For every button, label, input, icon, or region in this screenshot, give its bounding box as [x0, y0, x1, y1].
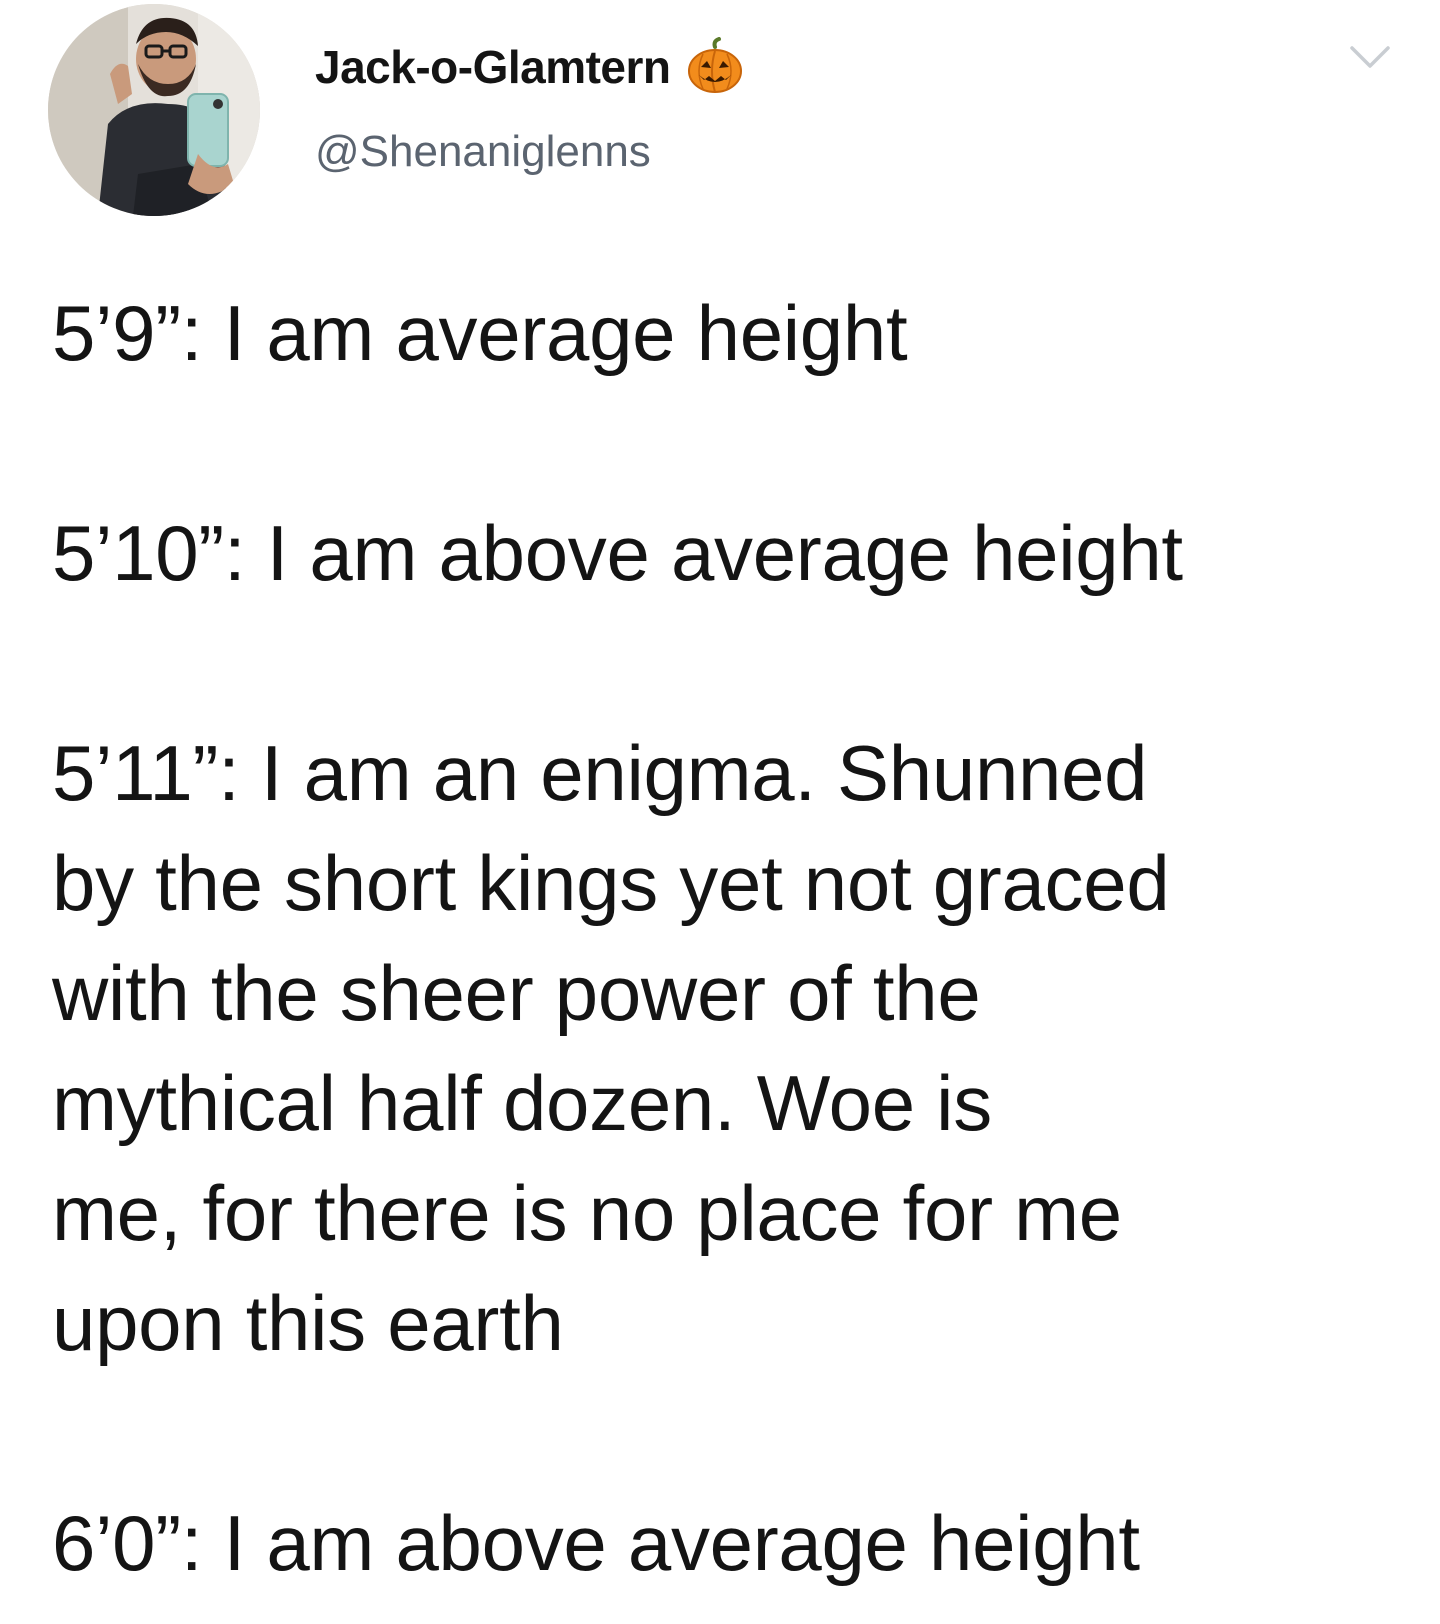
chevron-down-icon[interactable] — [1348, 42, 1392, 72]
tweet-text-line: me, for there is no place for me — [52, 1169, 1122, 1257]
display-name-row: Jack-o-Glamtern — [315, 32, 745, 102]
tweet-text-line: 5’9”: I am average height — [52, 289, 908, 377]
tweet-paragraph: 5’10”: I am above average height — [52, 498, 1392, 608]
tweet-text-line: with the sheer power of the — [52, 949, 981, 1037]
tweet-text-line: 5’10”: I am above average height — [52, 509, 1183, 597]
tweet-paragraph: 5’11”: I am an enigma. Shunned by the sh… — [52, 718, 1392, 1378]
tweet-text: 5’9”: I am average height 5’10”: I am ab… — [52, 278, 1392, 1598]
tweet-text-line: upon this earth — [52, 1279, 564, 1367]
tweet-text-line: mythical half dozen. Woe is — [52, 1059, 992, 1147]
display-name[interactable]: Jack-o-Glamtern — [315, 44, 671, 90]
user-handle[interactable]: @Shenaniglenns — [315, 130, 651, 174]
tweet-header: Jack-o-Glamtern @Shenaniglenns — [0, 0, 1440, 230]
tweet-text-line: by the short kings yet not graced — [52, 839, 1170, 927]
tweet-card: Jack-o-Glamtern @Shenaniglenns 5’9”: I a… — [0, 0, 1440, 1624]
jack-o-lantern-icon — [685, 37, 745, 97]
tweet-paragraph: 6’0”: I am above average height — [52, 1488, 1392, 1598]
tweet-text-line: 5’11”: I am an enigma. Shunned — [52, 729, 1148, 817]
tweet-paragraph: 5’9”: I am average height — [52, 278, 1392, 388]
avatar-photo — [48, 4, 260, 216]
avatar[interactable] — [48, 4, 260, 216]
tweet-text-line: 6’0”: I am above average height — [52, 1499, 1140, 1587]
